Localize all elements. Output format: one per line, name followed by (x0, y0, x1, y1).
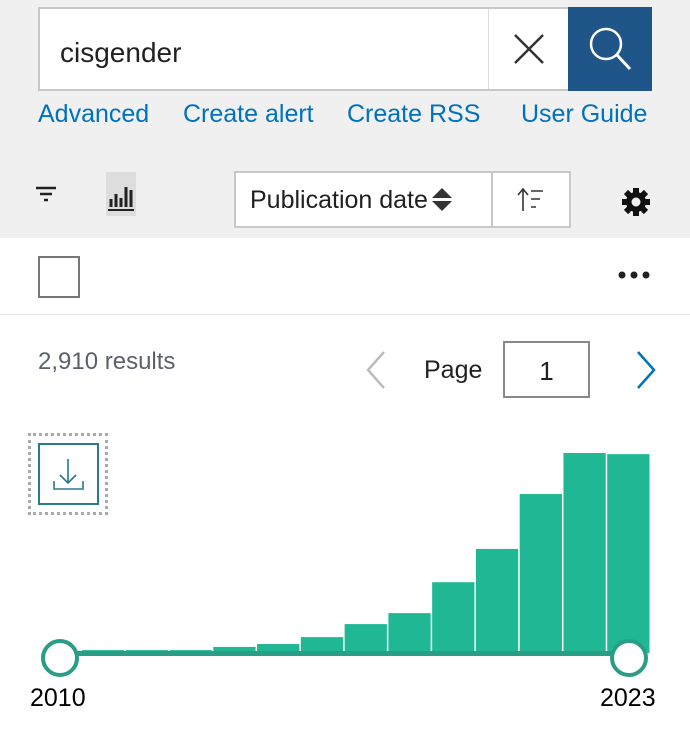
sort-control: Publication date (234, 171, 571, 228)
bar-chart-icon (108, 187, 134, 211)
search-header: cisgender Advanced Create alert Create R… (0, 0, 690, 238)
filter-icon[interactable] (35, 186, 57, 204)
actions-bar (0, 238, 690, 315)
results-count: 2,910 results (38, 348, 176, 375)
sort-select[interactable]: Publication date (236, 173, 493, 226)
sort-label: Publication date (250, 186, 428, 214)
select-all-checkbox[interactable] (38, 256, 80, 298)
search-input[interactable]: cisgender (40, 9, 488, 89)
bar-2017[interactable] (344, 624, 387, 653)
bar-2020[interactable] (475, 548, 519, 653)
bar-2019[interactable] (432, 582, 475, 653)
timeline-toggle[interactable] (106, 172, 136, 216)
range-end-handle[interactable] (610, 639, 648, 677)
advanced-link[interactable]: Advanced (38, 100, 149, 129)
range-start-label: 2010 (30, 684, 86, 712)
ellipsis-icon[interactable] (618, 270, 650, 280)
up-down-icon (431, 188, 452, 211)
bar-2021[interactable] (519, 494, 562, 653)
page-input[interactable]: 1 (503, 341, 590, 398)
page-label: Page (424, 356, 483, 384)
bar-2018[interactable] (388, 613, 431, 653)
close-icon (513, 34, 544, 64)
range-start-handle[interactable] (41, 639, 79, 677)
user-guide-link[interactable]: User Guide (521, 100, 647, 129)
gear-icon[interactable] (620, 186, 652, 218)
clear-button[interactable] (488, 9, 568, 89)
bar-2016[interactable] (300, 637, 344, 653)
create-alert-link[interactable]: Create alert (183, 100, 314, 129)
search-icon (589, 27, 632, 71)
search-bar: cisgender (38, 7, 652, 91)
range-slider-track[interactable] (60, 651, 630, 656)
sort-ascending-icon (517, 187, 543, 211)
publication-timeline-chart (41, 453, 650, 677)
bar-2022[interactable] (563, 453, 606, 653)
bar-2023[interactable] (607, 454, 650, 653)
range-end-label: 2023 (600, 684, 656, 712)
sort-order-button[interactable] (493, 173, 569, 226)
next-page-icon[interactable] (634, 350, 658, 390)
search-button[interactable] (568, 7, 652, 91)
create-rss-link[interactable]: Create RSS (347, 100, 480, 129)
previous-page-icon[interactable] (364, 350, 388, 390)
